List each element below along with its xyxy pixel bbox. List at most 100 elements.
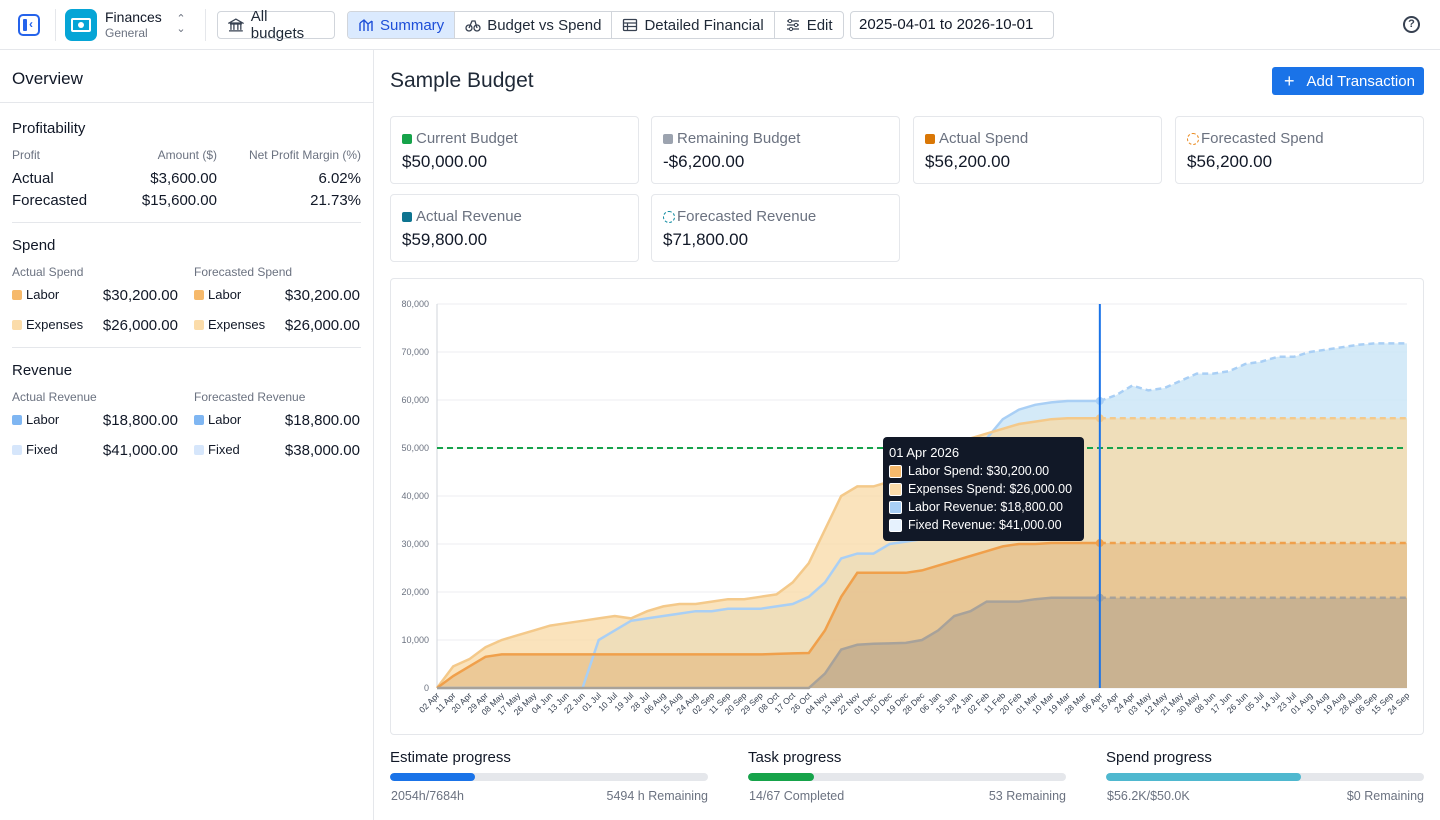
bank-icon (228, 18, 244, 32)
task-progress-completed: 14/67 Completed (749, 789, 845, 803)
divider (12, 222, 361, 223)
actual-spend-swatch (925, 134, 935, 144)
actual-revenue-card: Actual Revenue $59,800.00 (390, 194, 639, 262)
forecast-spend-labor-label: Labor (208, 287, 242, 302)
y-tick-label: 70,000 (401, 347, 429, 357)
tab-summary-label: Summary (380, 16, 445, 34)
y-tick-label: 20,000 (401, 587, 429, 597)
summary-chart-icon (359, 19, 373, 31)
all-budgets-label: All budgets (250, 8, 305, 42)
forecast-revenue-fixed-value: $38,000.00 (284, 442, 360, 459)
date-range-input[interactable]: 2025-04-01 to 2026-10-01 (850, 11, 1054, 39)
amount-header: Amount ($) (157, 148, 217, 162)
tab-edit-label: Edit (806, 16, 833, 34)
estimate-progress-remaining: 5494 h Remaining (606, 789, 708, 803)
sidebar-toggle-icon[interactable]: ‹ (18, 14, 40, 36)
expenses-spend-swatch (12, 320, 22, 330)
actual-revenue-labor-value: $18,800.00 (102, 412, 178, 429)
tooltip-swatch (889, 500, 902, 514)
actual-spend-card: Actual Spend $56,200.00 (913, 116, 1162, 184)
overview-panel: Overview Profitability Profit Amount ($)… (0, 50, 374, 820)
chevron-up-down-icon[interactable]: ⌃ ⌄ (175, 14, 187, 35)
card-label: Current Budget (416, 130, 518, 147)
spend-progress-fill (1106, 773, 1302, 781)
divider (205, 9, 206, 41)
task-progress-remaining: 53 Remaining (988, 789, 1066, 803)
tooltip-swatch (889, 482, 902, 496)
forecasted-revenue-card: Forecasted Revenue $71,800.00 (651, 194, 900, 262)
tooltip-swatch (889, 518, 902, 532)
labor-revenue-swatch (194, 415, 204, 425)
tooltip-row: Labor Revenue: $18,800.00 (889, 500, 1063, 514)
y-tick-label: 0 (424, 683, 429, 693)
profit-actual-label: Actual (12, 170, 54, 187)
labor-revenue-swatch (12, 415, 22, 425)
page-title: Sample Budget (390, 69, 534, 92)
expenses-spend-swatch (194, 320, 204, 330)
top-bar: ‹ Finances General ⌃ ⌄ All budgets Summar… (0, 0, 1440, 50)
tooltip-row: Labor Spend: $30,200.00 (889, 464, 1049, 478)
labor-spend-swatch (12, 290, 22, 300)
chart-tooltip: 01 Apr 2026 Labor Spend: $30,200.00 Expe… (883, 437, 1084, 541)
add-transaction-label: Add Transaction (1306, 72, 1415, 90)
divider (0, 102, 373, 103)
all-budgets-button[interactable]: All budgets (217, 8, 335, 42)
tooltip-row-label: Labor Spend: $30,200.00 (908, 464, 1050, 478)
actual-revenue-header: Actual Revenue (12, 390, 97, 404)
forecast-revenue-labor-value: $18,800.00 (284, 412, 360, 429)
card-label: Actual Revenue (416, 208, 522, 225)
y-tick-label: 30,000 (401, 539, 429, 549)
tab-budget-vs-spend[interactable]: Budget vs Spend (455, 12, 613, 38)
app-workspace: General (105, 26, 148, 40)
tab-detailed-financial[interactable]: Detailed Financial (612, 12, 775, 38)
forecasted-spend-swatch (1187, 133, 1199, 145)
card-value: $56,200.00 (1187, 152, 1273, 171)
profitability-title: Profitability (12, 120, 86, 137)
tooltip-date: 01 Apr 2026 (889, 445, 960, 460)
app-name[interactable]: Finances (105, 9, 162, 25)
profit-actual-amount: $3,600.00 (150, 170, 217, 187)
tooltip-row-label: Fixed Revenue: $41,000.00 (908, 518, 1062, 532)
card-value: $56,200.00 (925, 152, 1011, 171)
tooltip-swatch (889, 464, 902, 478)
actual-spend-header: Actual Spend (12, 265, 84, 279)
table-icon (623, 18, 638, 32)
estimate-progress-hours: 2054h/7684h (391, 789, 464, 803)
actual-revenue-fixed-value: $41,000.00 (102, 442, 178, 459)
task-progress-fill (748, 773, 815, 781)
plus-icon: + (1284, 71, 1295, 91)
scale-icon (465, 20, 481, 32)
revenue-title: Revenue (12, 362, 73, 379)
y-tick-label: 40,000 (401, 491, 429, 501)
margin-header: Net Profit Margin (%) (248, 148, 361, 162)
y-tick-label: 50,000 (401, 443, 429, 453)
card-value: $71,800.00 (663, 230, 749, 249)
finances-app-icon[interactable] (65, 9, 97, 41)
tooltip-row: Fixed Revenue: $41,000.00 (889, 518, 1062, 532)
view-tabs: Summary Budget vs Spend Detailed Financi… (347, 11, 844, 39)
card-label: Forecasted Spend (1201, 130, 1324, 147)
overview-title: Overview (12, 69, 83, 88)
spend-progress-bar (1106, 773, 1424, 781)
remaining-budget-card: Remaining Budget -$6,200.00 (651, 116, 900, 184)
estimate-progress-label: Estimate progress (390, 749, 511, 766)
labor-spend-swatch (194, 290, 204, 300)
fixed-revenue-swatch (12, 445, 22, 455)
help-icon[interactable]: ? (1403, 16, 1420, 33)
add-transaction-button[interactable]: + Add Transaction (1272, 67, 1424, 95)
tab-edit[interactable]: Edit (775, 12, 843, 38)
profit-forecast-label: Forecasted (12, 192, 88, 209)
current-budget-card: Current Budget $50,000.00 (390, 116, 639, 184)
spend-progress-remaining: $0 Remaining (1346, 789, 1424, 803)
card-label: Forecasted Revenue (677, 208, 817, 225)
tooltip-row-label: Expenses Spend: $26,000.00 (908, 482, 1073, 496)
divider (55, 9, 56, 41)
task-progress-label: Task progress (748, 749, 842, 766)
remaining-budget-swatch (663, 134, 673, 144)
tooltip-row-label: Labor Revenue: $18,800.00 (908, 500, 1063, 514)
tab-summary[interactable]: Summary (348, 12, 456, 38)
sliders-icon (786, 18, 799, 32)
tab-detailed-financial-label: Detailed Financial (644, 16, 764, 34)
forecast-spend-expenses-value: $26,000.00 (284, 317, 360, 334)
divider (12, 347, 361, 348)
